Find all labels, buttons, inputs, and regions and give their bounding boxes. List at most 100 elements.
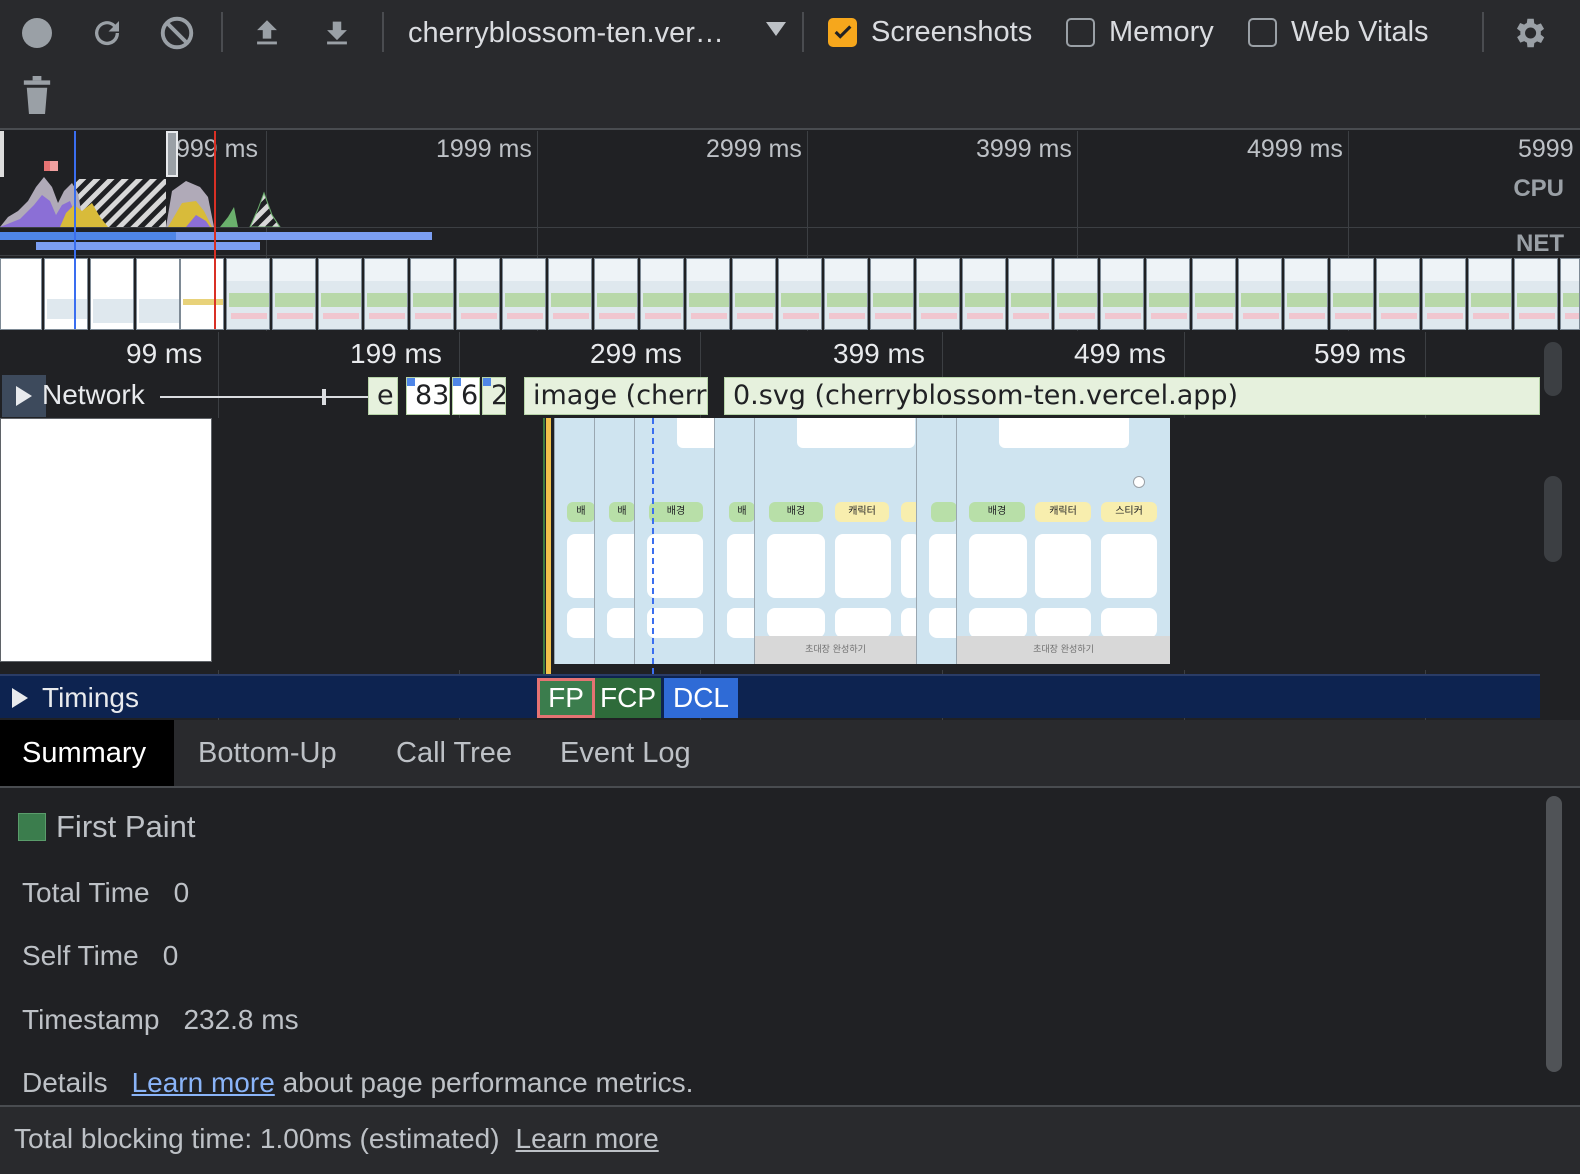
filmstrip-frame[interactable] [548, 258, 592, 330]
screenshots-checkbox[interactable]: Screenshots [828, 14, 1032, 50]
network-request[interactable]: 2 [482, 377, 506, 415]
filmstrip-frame[interactable] [1146, 258, 1190, 330]
checkbox-unchecked[interactable] [1248, 17, 1277, 47]
filmstrip-frame[interactable] [502, 258, 546, 330]
filmstrip-frame[interactable] [226, 258, 270, 330]
filmstrip-frame[interactable] [1284, 258, 1328, 330]
network-track[interactable]: Network e 83 6 2 image (cherr 0.svg (che… [0, 375, 1540, 417]
category-pill: 배경 [969, 502, 1025, 522]
network-request[interactable]: e [368, 377, 398, 415]
overview-window-right-handle[interactable] [166, 131, 178, 177]
settings-button[interactable] [1506, 10, 1552, 56]
overview-tick-label: 2999 ms [706, 135, 802, 163]
load-profile-button[interactable] [244, 10, 290, 56]
checkbox-unchecked[interactable] [1066, 17, 1095, 47]
filmstrip-frame[interactable] [180, 258, 224, 330]
dcl-marker-line [652, 418, 654, 674]
tab-bottom-up[interactable]: Bottom-Up [176, 720, 359, 786]
timeline-overview[interactable]: 999 ms 1999 ms 2999 ms 3999 ms 4999 ms 5… [0, 131, 1580, 331]
filmstrip-frame[interactable] [640, 258, 684, 330]
summary-scrollbar[interactable] [1546, 796, 1562, 1072]
web-vitals-checkbox[interactable]: Web Vitals [1248, 14, 1429, 50]
filmstrip-frame[interactable] [1054, 258, 1098, 330]
timings-track[interactable]: Timings FP FCP DCL [0, 674, 1540, 718]
filmstrip-frame[interactable] [44, 258, 88, 330]
filmstrip-frame[interactable] [1514, 258, 1558, 330]
network-request[interactable]: 83 [406, 377, 450, 415]
self-time-value: 0 [162, 940, 179, 971]
details-label: Details [22, 1067, 108, 1098]
recording-url: cherryblossom-ten.ver… [408, 16, 724, 49]
reload-record-button[interactable] [84, 10, 130, 56]
first-paint-marker[interactable]: FP [537, 678, 595, 718]
filmstrip-frame[interactable] [1238, 258, 1282, 330]
filmstrip-frame[interactable] [1376, 258, 1420, 330]
tab-summary[interactable]: Summary [0, 720, 174, 786]
network-request[interactable]: image (cherr [524, 377, 708, 415]
recording-select[interactable]: cherryblossom-ten.ver… [408, 8, 792, 58]
filmstrip-frame[interactable] [1468, 258, 1512, 330]
screenshot-preview: 배경 캐릭터 스티커 초대장 완성하기 [956, 418, 1170, 664]
timestamp-value: 232.8 ms [183, 1004, 299, 1035]
cpu-track-label: CPU [1513, 175, 1564, 202]
filmstrip-frame[interactable] [594, 258, 638, 330]
overview-tick-label: 4999 ms [1247, 135, 1343, 163]
filmstrip-frame[interactable] [1560, 258, 1580, 330]
overview-window-left-handle[interactable] [0, 131, 4, 177]
filmstrip-frame[interactable] [686, 258, 730, 330]
details-row: Details Learn more about page performance… [22, 1067, 693, 1099]
timestamp-row: Timestamp 232.8 ms [22, 1004, 299, 1036]
network-expand-toggle[interactable] [2, 375, 46, 417]
checkbox-label: Screenshots [871, 15, 1033, 48]
check-icon [834, 25, 851, 39]
memory-checkbox[interactable]: Memory [1066, 14, 1214, 50]
filmstrip-frame[interactable] [272, 258, 316, 330]
tab-event-log[interactable]: Event Log [538, 720, 713, 786]
filmstrip-frame[interactable] [1330, 258, 1374, 330]
save-profile-button[interactable] [314, 10, 360, 56]
timeline-scrollbar-thumb[interactable] [1544, 476, 1562, 562]
checkbox-checked[interactable] [828, 17, 857, 47]
filmstrip-frame[interactable] [136, 258, 180, 330]
filmstrip-frame[interactable] [0, 258, 42, 330]
screenshot-filmstrip[interactable] [0, 258, 1580, 330]
garbage-collect-button[interactable] [14, 72, 60, 118]
category-pill: 캐릭터 [1035, 502, 1091, 522]
first-contentful-paint-marker[interactable]: FCP [595, 678, 661, 718]
filmstrip-frame[interactable] [318, 258, 362, 330]
timeline-scrollbar[interactable] [1544, 342, 1562, 396]
network-request[interactable]: 0.svg (cherryblossom-ten.vercel.app) [724, 377, 1540, 415]
filmstrip-frame[interactable] [90, 258, 134, 330]
clear-button[interactable] [154, 10, 200, 56]
filmstrip-frame[interactable] [456, 258, 500, 330]
filmstrip-frame[interactable] [732, 258, 776, 330]
timings-expand-toggle[interactable] [0, 676, 40, 720]
filmstrip-frame[interactable] [778, 258, 822, 330]
filmstrip-frame[interactable] [410, 258, 454, 330]
dom-content-loaded-marker[interactable]: DCL [664, 678, 738, 718]
filmstrip-frame[interactable] [1422, 258, 1466, 330]
filmstrip-frame[interactable] [916, 258, 960, 330]
cpu-activity-chart [0, 161, 281, 227]
filmstrip-frame[interactable] [870, 258, 914, 330]
self-time-label: Self Time [22, 940, 139, 971]
filmstrip-frame[interactable] [824, 258, 868, 330]
total-blocking-time: Total blocking time: 1.00ms (estimated) [14, 1123, 500, 1154]
filmstrip-frame[interactable] [364, 258, 408, 330]
block-icon [160, 16, 194, 50]
timeline-ruler[interactable]: 99 ms 199 ms 299 ms 399 ms 499 ms 599 ms [0, 332, 1540, 374]
expand-triangle-icon [12, 688, 28, 708]
total-time-row: Total Time 0 [22, 877, 189, 909]
screenshot-footer-text: 초대장 완성하기 [957, 636, 1170, 664]
filmstrip-frame[interactable] [1008, 258, 1052, 330]
gear-icon [1516, 18, 1545, 48]
footer-learn-more-link[interactable]: Learn more [516, 1123, 659, 1154]
filmstrip-frame[interactable] [1100, 258, 1144, 330]
learn-more-link[interactable]: Learn more [132, 1067, 275, 1098]
filmstrip-frame[interactable] [962, 258, 1006, 330]
filmstrip-frame[interactable] [1192, 258, 1236, 330]
record-button[interactable] [14, 10, 60, 56]
network-request[interactable]: 6 [452, 377, 480, 415]
tab-call-tree[interactable]: Call Tree [374, 720, 534, 786]
reload-icon [95, 21, 120, 46]
